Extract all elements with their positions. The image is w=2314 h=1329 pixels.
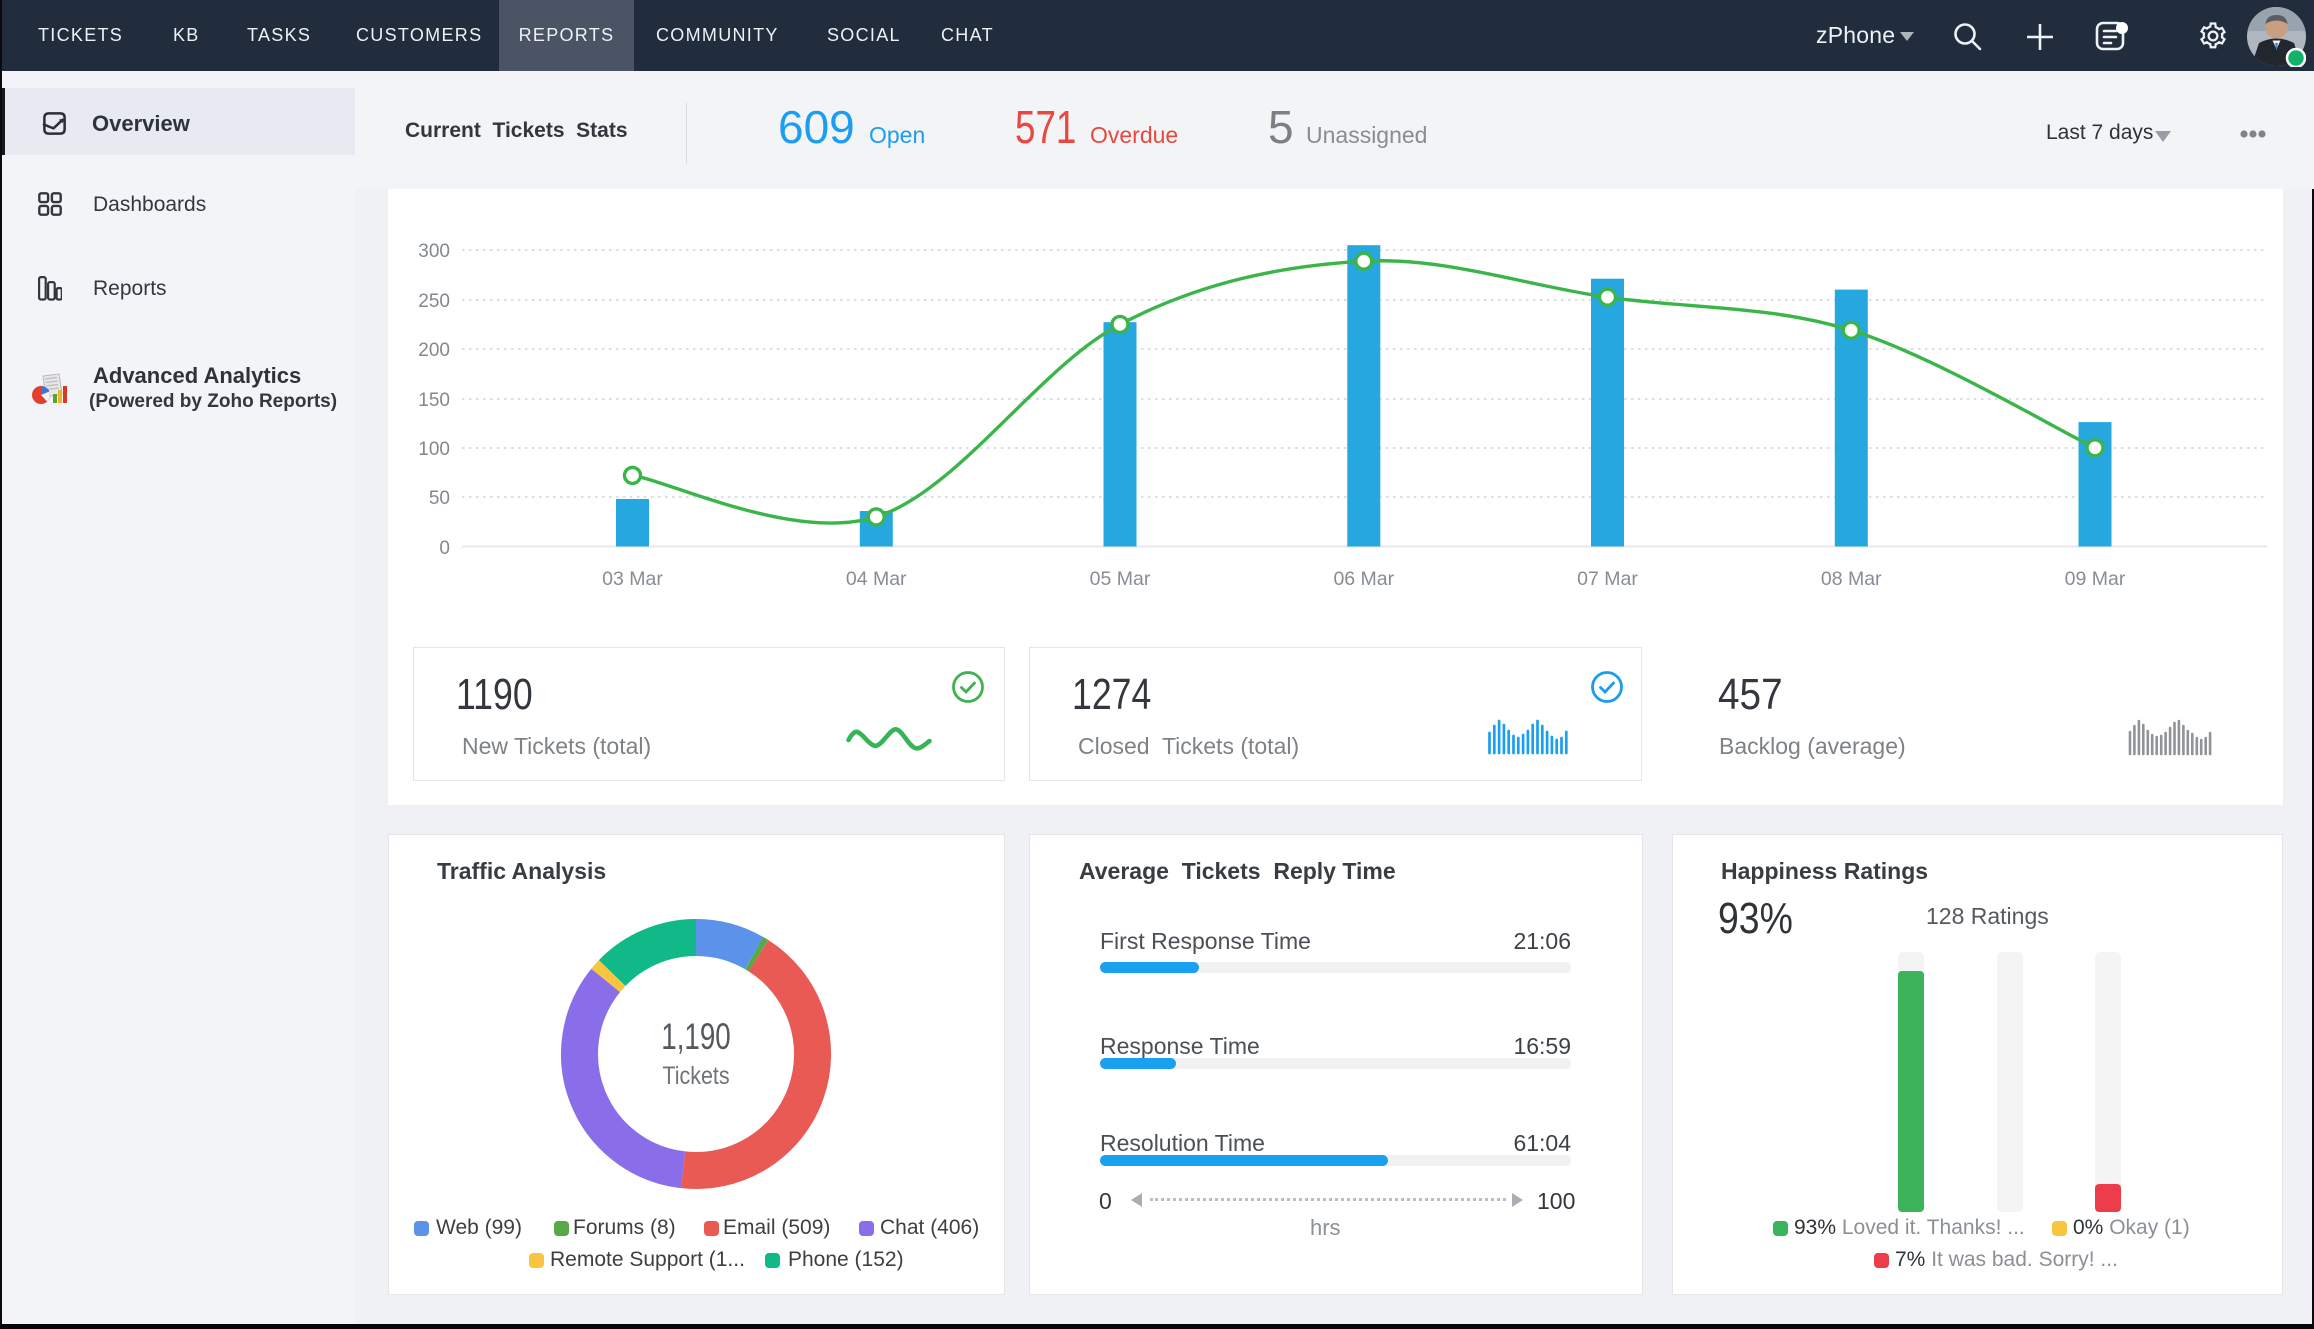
svg-text:100: 100 [418, 439, 450, 460]
svg-text:03 Mar: 03 Mar [602, 568, 663, 590]
svg-text:50: 50 [429, 488, 450, 509]
svg-text:04 Mar: 04 Mar [846, 568, 907, 590]
svg-text:08 Mar: 08 Mar [1821, 568, 1882, 590]
svg-text:300: 300 [418, 241, 450, 262]
svg-text:0: 0 [439, 538, 450, 559]
svg-text:200: 200 [418, 340, 450, 361]
svg-text:150: 150 [418, 390, 450, 411]
svg-text:09 Mar: 09 Mar [2065, 568, 2126, 590]
svg-text:05 Mar: 05 Mar [1090, 568, 1151, 590]
svg-text:06 Mar: 06 Mar [1333, 568, 1394, 590]
svg-text:250: 250 [418, 291, 450, 312]
svg-text:07 Mar: 07 Mar [1577, 568, 1638, 590]
